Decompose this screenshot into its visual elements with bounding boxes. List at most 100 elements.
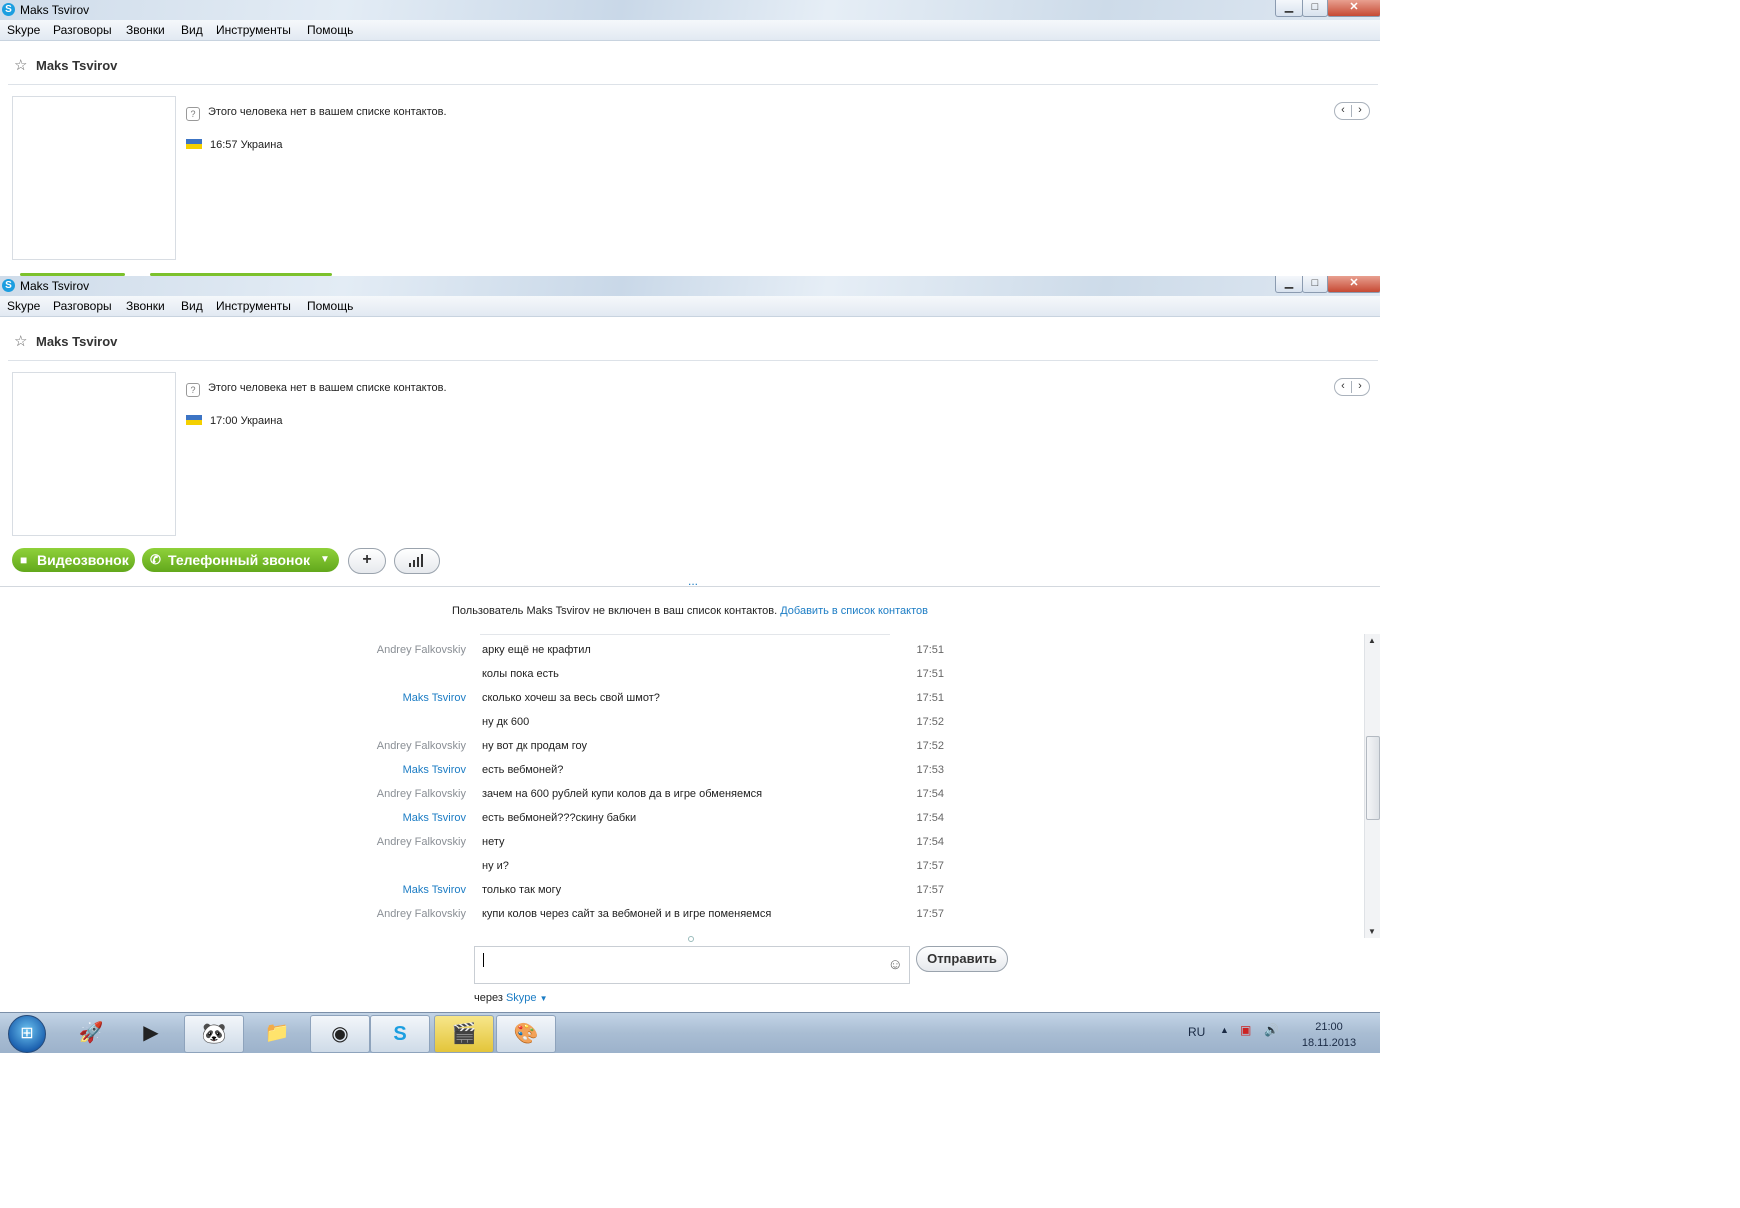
minimize-button[interactable]: ▁ bbox=[1275, 276, 1303, 293]
dropdown-arrow-icon[interactable]: ▼ bbox=[320, 548, 330, 572]
message-time: 17:52 bbox=[916, 740, 944, 752]
profile-nav[interactable]: ‹ › bbox=[1334, 102, 1370, 120]
message-row: Maks Tsvirov есть вебмоней? 17:53 bbox=[300, 764, 950, 784]
scrollbar-thumb[interactable] bbox=[1366, 736, 1380, 820]
message-text: сколько хочеш за весь свой шмот? bbox=[482, 692, 660, 704]
maximize-button[interactable]: □ bbox=[1302, 276, 1328, 293]
menu-tools[interactable]: Инструменты bbox=[216, 23, 291, 37]
favorite-star-icon[interactable]: ☆ bbox=[14, 332, 30, 350]
message-sender[interactable]: Andrey Falkovskiy bbox=[300, 836, 466, 848]
favorite-star-icon[interactable]: ☆ bbox=[14, 56, 30, 74]
contact-name: Maks Tsvirov bbox=[36, 334, 118, 349]
title-bar[interactable]: S Maks Tsvirov ▁ □ ✕ bbox=[0, 276, 1380, 296]
send-button[interactable]: Отправить bbox=[916, 946, 1008, 972]
message-time: 17:51 bbox=[916, 692, 944, 704]
contact-local-time: 17:00 Украина bbox=[186, 415, 282, 427]
show-hidden-icons-icon[interactable]: ▲ bbox=[1220, 1025, 1229, 1035]
menu-view[interactable]: Вид bbox=[181, 299, 203, 313]
maximize-button[interactable]: □ bbox=[1302, 0, 1328, 17]
chevron-left-icon[interactable]: ‹ bbox=[1335, 379, 1351, 394]
profile-nav[interactable]: ‹ › bbox=[1334, 378, 1370, 396]
text-caret bbox=[483, 953, 484, 967]
message-row: ну дк 600 17:52 bbox=[300, 716, 950, 736]
message-time: 17:54 bbox=[916, 836, 944, 848]
message-sender[interactable]: Andrey Falkovskiy bbox=[300, 644, 466, 656]
menu-view[interactable]: Вид bbox=[181, 23, 203, 37]
window-title: Maks Tsvirov bbox=[20, 3, 90, 17]
contact-name: Maks Tsvirov bbox=[36, 58, 118, 73]
phone-call-button[interactable]: ✆ Телефонный звонок ▼ bbox=[142, 548, 339, 572]
divider bbox=[8, 84, 1378, 85]
message-sender[interactable]: Maks Tsvirov bbox=[300, 884, 466, 896]
media-player-icon[interactable]: ▶ bbox=[122, 1015, 180, 1051]
title-bar[interactable]: S Maks Tsvirov ▁ □ ✕ bbox=[0, 0, 1380, 20]
smiley-icon[interactable]: ☺ bbox=[888, 956, 903, 973]
language-indicator[interactable]: RU bbox=[1188, 1025, 1205, 1039]
chevron-left-icon[interactable]: ‹ bbox=[1335, 103, 1351, 118]
message-row: ну и? 17:57 bbox=[300, 860, 950, 880]
contact-status: ? Этого человека нет в вашем списке конта… bbox=[186, 106, 447, 121]
chevron-right-icon[interactable]: › bbox=[1352, 379, 1368, 394]
contact-status: ? Этого человека нет в вашем списке конта… bbox=[186, 382, 447, 397]
via-app-selector[interactable]: Skype bbox=[506, 992, 537, 1004]
video-camera-icon: ■ bbox=[20, 553, 28, 567]
message-time: 17:51 bbox=[916, 668, 944, 680]
menu-help[interactable]: Помощь bbox=[307, 23, 353, 37]
message-sender[interactable]: Andrey Falkovskiy bbox=[300, 740, 466, 752]
message-sender[interactable]: Andrey Falkovskiy bbox=[300, 908, 466, 920]
menu-conversations[interactable]: Разговоры bbox=[53, 23, 112, 37]
volume-icon[interactable]: 🔊 bbox=[1264, 1023, 1279, 1037]
add-to-contacts-link[interactable]: Добавить в список контактов bbox=[780, 605, 928, 617]
menu-help[interactable]: Помощь bbox=[307, 299, 353, 313]
message-time: 17:51 bbox=[916, 644, 944, 656]
menu-skype[interactable]: Skype bbox=[7, 299, 40, 313]
chat-scrollbar[interactable]: ▲ ▼ bbox=[1364, 634, 1380, 938]
message-row: Maks Tsvirov есть вебмоней???скину бабки 1… bbox=[300, 812, 950, 832]
message-row: Maks Tsvirov сколько хочеш за весь свой ш… bbox=[300, 692, 950, 712]
message-text: есть вебмоней? bbox=[482, 764, 564, 776]
skype-icon[interactable]: S bbox=[370, 1015, 430, 1053]
launcher-icon[interactable]: 🚀 bbox=[62, 1015, 120, 1051]
message-text: нету bbox=[482, 836, 505, 848]
call-quality-button[interactable] bbox=[394, 548, 440, 574]
message-sender[interactable]: Maks Tsvirov bbox=[300, 812, 466, 824]
windows-start-icon[interactable]: ⊞ bbox=[8, 1015, 46, 1053]
video-editor-icon[interactable]: 🎬 bbox=[434, 1015, 494, 1053]
close-button[interactable]: ✕ bbox=[1327, 276, 1380, 293]
menu-skype[interactable]: Skype bbox=[7, 23, 40, 37]
not-in-contacts-notice: Пользователь Maks Tsvirov не включен в в… bbox=[452, 605, 928, 617]
message-sender[interactable]: Maks Tsvirov bbox=[300, 692, 466, 704]
message-time: 17:54 bbox=[916, 812, 944, 824]
unknown-contact-icon: ? bbox=[186, 383, 200, 397]
scroll-down-arrow-icon[interactable]: ▼ bbox=[1368, 927, 1376, 936]
panda-app-icon[interactable]: 🐼 bbox=[184, 1015, 244, 1053]
chevron-right-icon[interactable]: › bbox=[1352, 103, 1368, 118]
message-sender[interactable]: Maks Tsvirov bbox=[300, 764, 466, 776]
paint-icon[interactable]: 🎨 bbox=[496, 1015, 556, 1053]
scroll-up-arrow-icon[interactable]: ▲ bbox=[1368, 636, 1376, 645]
message-row: Andrey Falkovskiy зачем на 600 рублей куп… bbox=[300, 788, 950, 808]
menu-tools[interactable]: Инструменты bbox=[216, 299, 291, 313]
add-participant-button[interactable]: + bbox=[348, 548, 386, 574]
video-call-button[interactable]: ■ Видеозвонок bbox=[12, 548, 135, 572]
message-text: арку ещё не крафтил bbox=[482, 644, 591, 656]
taskbar: ⊞ 🚀 ▶ 🐼 📁 ◉ S 🎬 🎨 RU ▲ ▣ 🔊 21:00 18.11.2… bbox=[0, 1012, 1380, 1053]
message-row: Andrey Falkovskiy купи колов через сайт з… bbox=[300, 908, 950, 928]
menu-calls[interactable]: Звонки bbox=[126, 299, 165, 313]
menu-conversations[interactable]: Разговоры bbox=[53, 299, 112, 313]
minimize-button[interactable]: ▁ bbox=[1275, 0, 1303, 17]
ukraine-flag-icon bbox=[186, 415, 202, 425]
file-explorer-icon[interactable]: 📁 bbox=[248, 1015, 306, 1051]
divider bbox=[0, 586, 1380, 587]
message-text: есть вебмоней???скину бабки bbox=[482, 812, 637, 824]
resize-dot[interactable] bbox=[688, 936, 694, 942]
chrome-icon[interactable]: ◉ bbox=[310, 1015, 370, 1053]
message-row: Andrey Falkovskiy ну вот дк продам гоу 17:… bbox=[300, 740, 950, 760]
system-clock[interactable]: 21:00 18.11.2013 bbox=[1300, 1019, 1358, 1051]
network-icon[interactable]: ▣ bbox=[1240, 1023, 1251, 1037]
chevron-down-icon[interactable]: ▼ bbox=[540, 994, 548, 1003]
message-input[interactable]: ☺ bbox=[474, 946, 910, 984]
message-sender[interactable]: Andrey Falkovskiy bbox=[300, 788, 466, 800]
close-button[interactable]: ✕ bbox=[1327, 0, 1380, 17]
menu-calls[interactable]: Звонки bbox=[126, 23, 165, 37]
